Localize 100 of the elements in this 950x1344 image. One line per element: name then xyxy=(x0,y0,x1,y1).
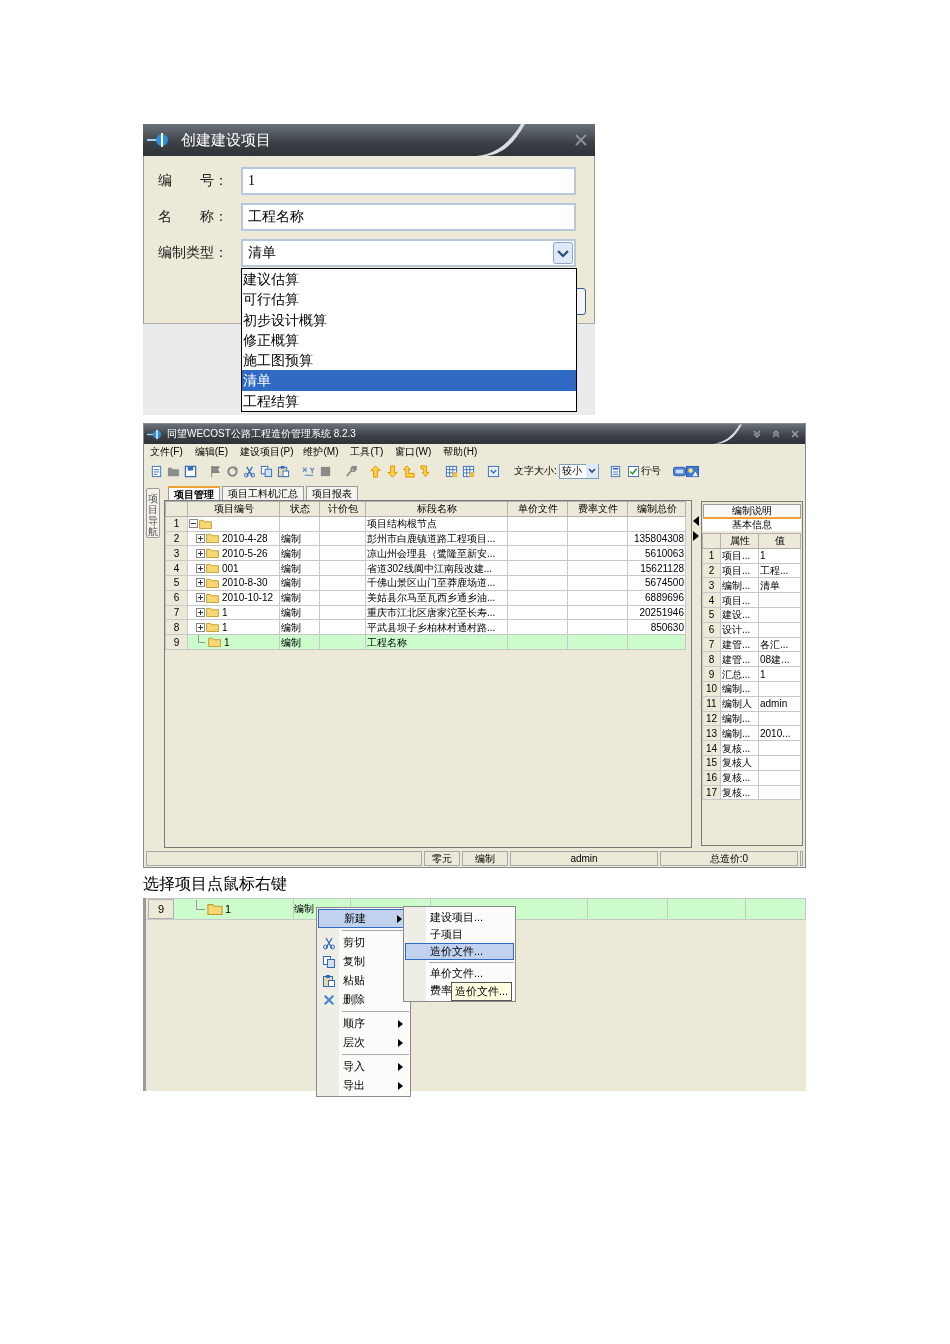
project-code: 001 xyxy=(222,561,239,575)
menu-item[interactable]: 编辑(E) xyxy=(194,445,229,459)
expand-icon[interactable] xyxy=(196,607,205,617)
collapse-icon[interactable] xyxy=(189,519,198,529)
refresh-icon[interactable] xyxy=(226,464,239,478)
input-field[interactable]: 1 xyxy=(241,167,576,195)
project-code: 2010-8-30 xyxy=(222,576,268,590)
dropdown-icon[interactable] xyxy=(585,464,598,478)
status-cell: 编制 xyxy=(281,562,301,574)
tab[interactable]: 项目管理 xyxy=(168,486,220,500)
menu-item[interactable]: 顺序 xyxy=(318,1014,409,1033)
total-cell: 5674500 xyxy=(645,577,684,589)
submenu-arrow-icon xyxy=(398,1062,403,1071)
wrench-icon[interactable] xyxy=(344,464,357,478)
panel-tab[interactable]: 编制说明 xyxy=(703,504,801,519)
submenu-arrow-icon xyxy=(398,1019,403,1028)
checkbox[interactable] xyxy=(627,465,639,477)
table-icon[interactable] xyxy=(462,464,475,478)
column-header[interactable]: 项目编号 xyxy=(187,501,280,517)
total-cell: 6889696 xyxy=(645,592,684,604)
expand-icon[interactable] xyxy=(196,563,205,573)
flag-icon[interactable] xyxy=(209,464,222,478)
type-select[interactable]: 清单 xyxy=(241,239,576,267)
arrow-right-icon[interactable] xyxy=(693,531,699,541)
paste-icon[interactable] xyxy=(277,464,290,478)
maximize-icon[interactable] xyxy=(771,429,781,439)
expand-icon[interactable] xyxy=(196,578,205,588)
menu-item[interactable]: 帮助(H) xyxy=(443,445,478,459)
attribute-cell: 复核... xyxy=(722,786,751,798)
dropdown-option[interactable]: 可行估算 xyxy=(242,289,576,310)
section-name-cell: 美姑县尔马至瓦西乡通乡油... xyxy=(367,592,496,604)
column-header[interactable]: 状态 xyxy=(279,501,320,517)
close-icon[interactable] xyxy=(790,429,800,439)
formula-icon[interactable] xyxy=(302,464,315,478)
attribute-cell: 项目... xyxy=(722,565,751,576)
status-cell: 编制 xyxy=(281,547,301,559)
tab[interactable]: 项目工料机汇总 xyxy=(222,486,304,500)
scissors-icon[interactable] xyxy=(243,464,256,478)
column-header[interactable]: 计价包 xyxy=(319,501,366,517)
project-code: 1 xyxy=(222,620,228,634)
expand-icon[interactable] xyxy=(196,622,205,632)
attribute-cell: 汇总... xyxy=(722,668,751,680)
dropdown-option[interactable]: 建议估算 xyxy=(242,269,576,290)
field-label: 名 称： xyxy=(157,208,229,226)
navigation-tab[interactable]: 项目导航 xyxy=(146,488,160,538)
expand-icon[interactable] xyxy=(196,534,205,543)
menu-item[interactable]: 文件(F) xyxy=(150,445,183,459)
tooltip: 造价文件... xyxy=(451,982,513,1001)
attribute-cell: 复核... xyxy=(722,772,751,784)
menu-item[interactable]: 层次 xyxy=(318,1033,409,1052)
dropdown-option[interactable]: 清单 xyxy=(242,370,576,391)
column-header[interactable]: 单价文件 xyxy=(507,501,568,517)
section-name-cell: 重庆市江北区唐家沱至长寿... xyxy=(367,606,496,618)
arrow-left-icon[interactable] xyxy=(693,516,699,526)
font-size-select[interactable]: 较小 xyxy=(558,463,599,479)
dropdown-icon[interactable] xyxy=(553,242,573,264)
dropdown-icon[interactable] xyxy=(487,464,500,478)
grid-icon[interactable] xyxy=(319,464,332,478)
menu-item[interactable]: 导入 xyxy=(318,1057,409,1076)
dropdown-option[interactable]: 初步设计概算 xyxy=(242,309,576,330)
input-field[interactable]: 工程名称 xyxy=(241,203,576,231)
attribute-cell: 复核... xyxy=(722,742,751,754)
dropdown-option[interactable]: 修正概算 xyxy=(242,329,576,351)
total-cell: 135804308 xyxy=(633,533,684,544)
swoosh-decoration xyxy=(712,424,742,444)
column-header[interactable]: 标段名称 xyxy=(365,501,508,517)
menu-item[interactable]: 维护(M) xyxy=(303,445,339,459)
close-icon[interactable] xyxy=(575,134,587,146)
calculator-icon[interactable] xyxy=(608,464,622,478)
menu-item[interactable]: 删除 xyxy=(318,990,409,1009)
menu-item[interactable]: 造价文件... xyxy=(405,943,514,960)
menu-item[interactable]: 窗口(W) xyxy=(395,445,432,459)
label-icon[interactable] xyxy=(672,464,686,478)
menu-item[interactable]: 导出 xyxy=(318,1076,409,1095)
image-icon[interactable] xyxy=(685,464,699,478)
minimize-icon[interactable] xyxy=(752,429,762,439)
column-header[interactable]: 值 xyxy=(758,533,801,549)
column-header[interactable]: 属性 xyxy=(720,533,759,549)
tab[interactable]: 项目报表 xyxy=(306,486,358,500)
dropdown-option[interactable]: 工程结算 xyxy=(242,390,576,412)
dropdown-option[interactable]: 施工图预算 xyxy=(242,350,576,371)
menu-item[interactable]: 建设项目(P) xyxy=(240,445,294,459)
column-header[interactable]: 编制总价 xyxy=(627,501,686,517)
expand-icon[interactable] xyxy=(196,548,205,558)
copy-icon[interactable] xyxy=(260,464,273,478)
value-cell: 清单 xyxy=(760,579,780,591)
menu-item[interactable]: 工具(T) xyxy=(350,445,384,459)
status-cell: 编制 xyxy=(281,606,301,618)
section-name-cell: 彭州市白鹿镇道路工程项目... xyxy=(367,533,496,544)
new-file-icon[interactable] xyxy=(150,464,163,478)
expand-icon[interactable] xyxy=(196,593,205,603)
section-name-cell: 平武县坝子乡柏林村通村路... xyxy=(367,621,496,633)
caption: 选择项目点鼠标右键 xyxy=(143,874,288,894)
value-cell: 1 xyxy=(760,668,766,680)
save-icon[interactable] xyxy=(184,464,197,478)
copy-icon xyxy=(322,954,336,969)
delete-icon xyxy=(323,993,335,1006)
table-icon[interactable] xyxy=(445,464,458,478)
dialog-title: 创建建设项目 xyxy=(181,130,271,150)
column-header[interactable]: 费率文件 xyxy=(567,501,628,517)
